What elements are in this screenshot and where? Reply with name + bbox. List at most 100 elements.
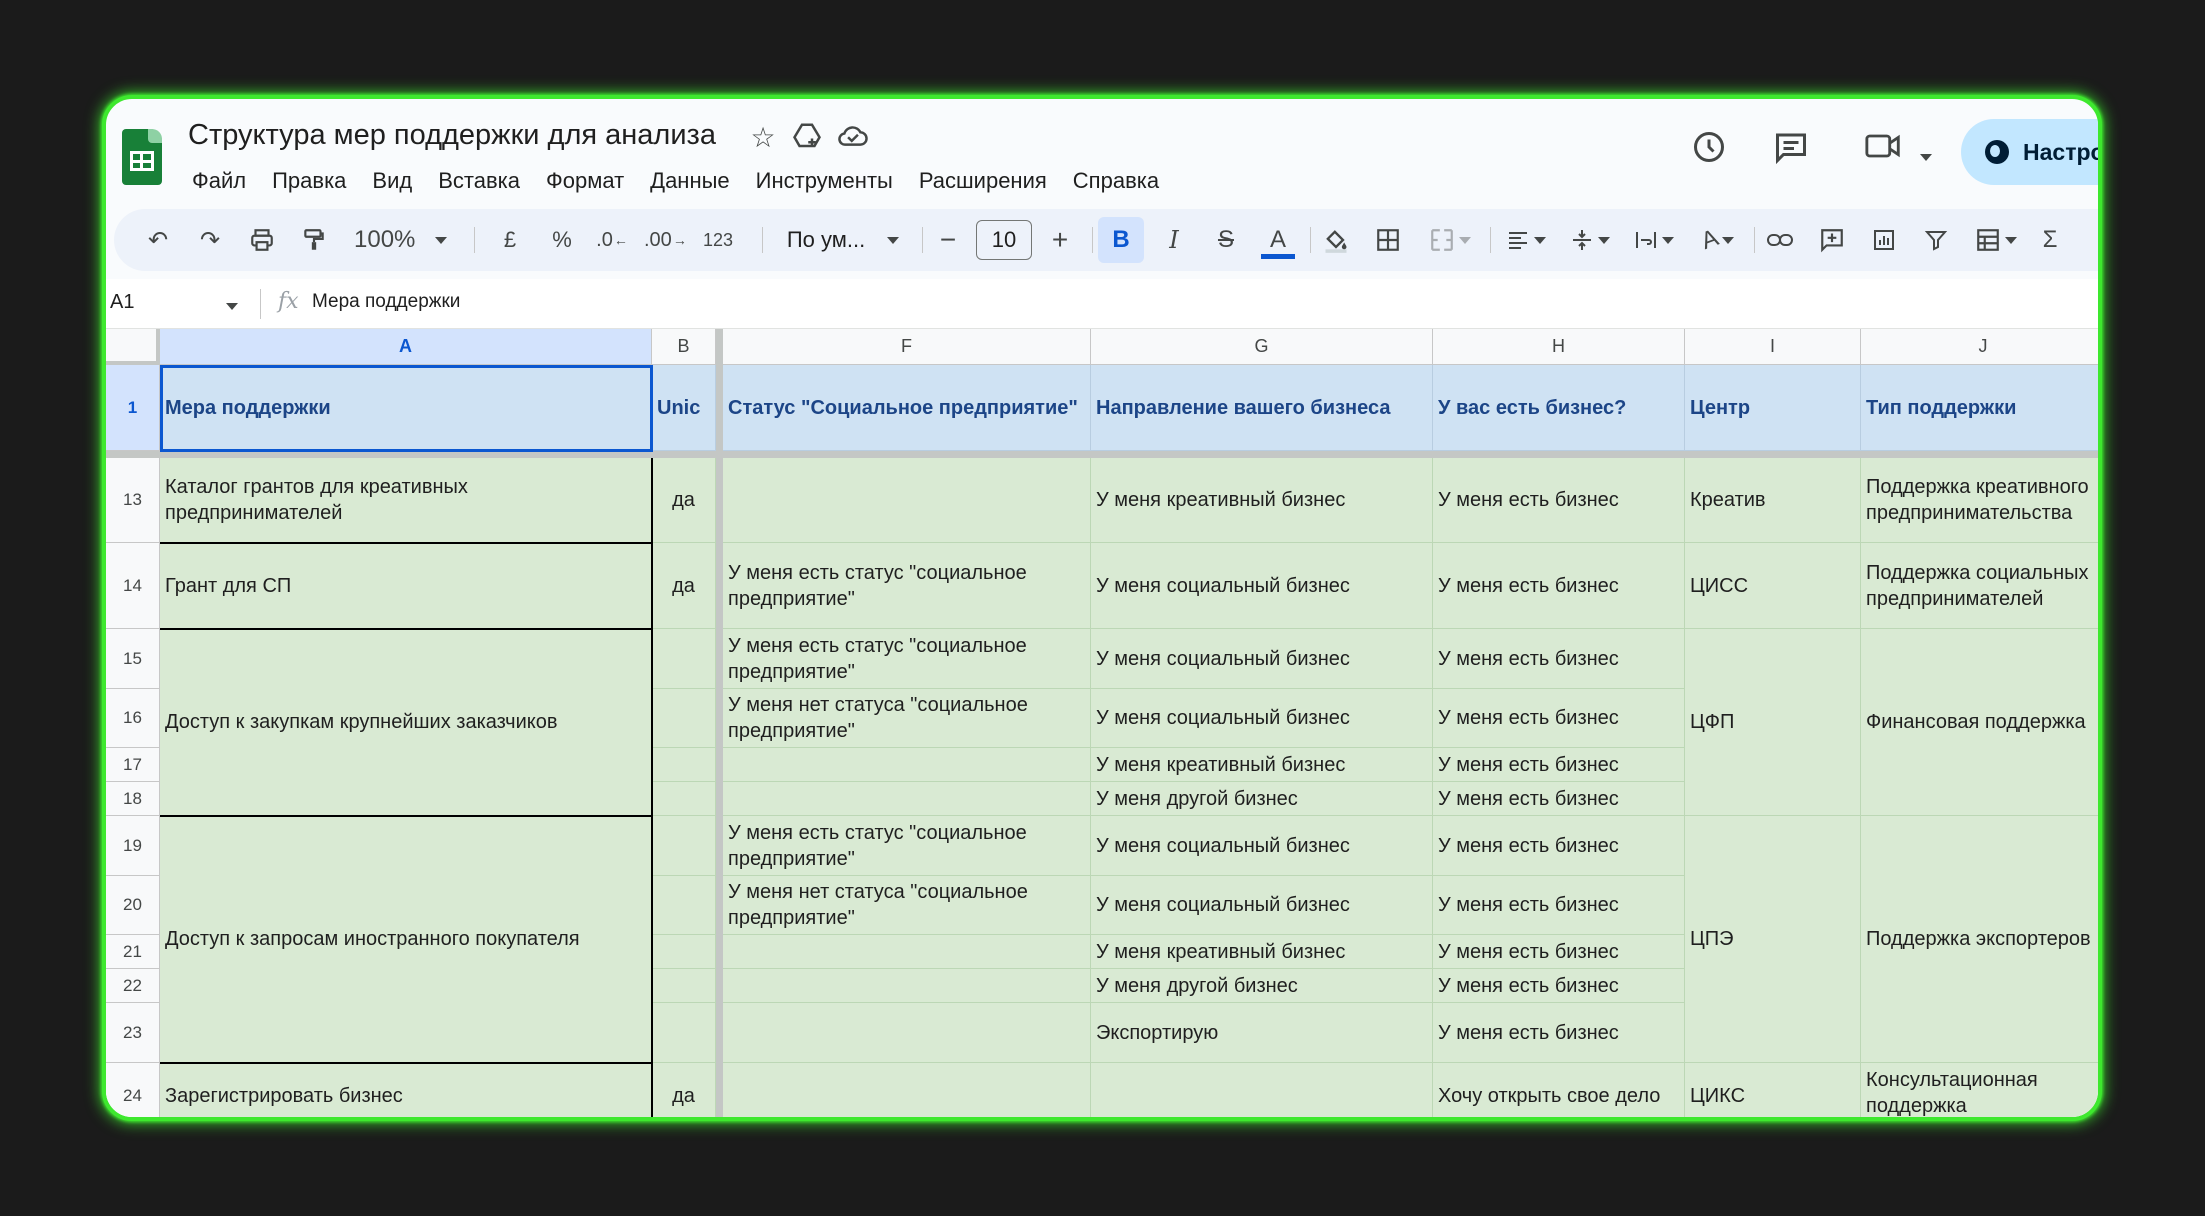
filter-icon[interactable] xyxy=(1916,217,1956,263)
cell-g16[interactable]: У меня социальный бизнес xyxy=(1091,689,1433,748)
row-header-22[interactable]: 22 xyxy=(106,969,160,1003)
move-to-drive-icon[interactable] xyxy=(790,121,824,155)
font-family-select[interactable]: По ум... xyxy=(768,217,918,263)
meet-call-icon[interactable] xyxy=(1858,129,1938,175)
comments-icon[interactable] xyxy=(1768,129,1814,175)
cell-g23[interactable]: Экспортирую xyxy=(1091,1003,1433,1063)
menu-data[interactable]: Данные xyxy=(637,164,742,198)
cell-b23[interactable] xyxy=(652,1003,716,1063)
menu-view[interactable]: Вид xyxy=(359,164,425,198)
cell-i19-merged[interactable]: ЦПЭ xyxy=(1685,816,1861,1063)
menu-format[interactable]: Формат xyxy=(533,164,637,198)
paint-format-icon[interactable] xyxy=(294,217,334,263)
zoom-select[interactable]: 100% xyxy=(354,217,448,263)
version-history-icon[interactable] xyxy=(1686,129,1732,175)
cell-f18[interactable] xyxy=(723,782,1091,816)
italic-button[interactable]: I xyxy=(1154,217,1194,263)
insert-comment-icon[interactable] xyxy=(1812,217,1852,263)
column-header-i[interactable]: I xyxy=(1685,329,1861,365)
column-header-g[interactable]: G xyxy=(1091,329,1433,365)
text-rotation-icon[interactable]: A xyxy=(1688,217,1748,263)
frozen-column-divider[interactable] xyxy=(716,329,723,1117)
cell-h16[interactable]: У меня есть бизнес xyxy=(1433,689,1685,748)
row-header-16[interactable]: 16 xyxy=(106,689,160,748)
menu-edit[interactable]: Правка xyxy=(259,164,359,198)
cell-f15[interactable]: У меня есть статус "социальное предприят… xyxy=(723,629,1091,689)
menu-file[interactable]: Файл xyxy=(188,164,259,198)
cell-i15-merged[interactable]: ЦФП xyxy=(1685,629,1861,816)
cell-i13[interactable]: Креатив xyxy=(1685,458,1861,543)
cell-b20[interactable] xyxy=(652,876,716,935)
cell-b21[interactable] xyxy=(652,935,716,969)
cell-h24[interactable]: Хочу открыть свое дело xyxy=(1433,1063,1685,1117)
cell-b17[interactable] xyxy=(652,748,716,782)
cell-i1[interactable]: Центр xyxy=(1685,365,1861,451)
decrease-font-size-button[interactable]: − xyxy=(928,217,968,263)
cell-f1[interactable]: Статус "Социальное предприятие" xyxy=(723,365,1091,451)
cell-j24[interactable]: Консультационная поддержка xyxy=(1861,1063,2098,1117)
cell-f14[interactable]: У меня есть статус "социальное предприят… xyxy=(723,543,1091,629)
menu-insert[interactable]: Вставка xyxy=(425,164,533,198)
column-header-a[interactable]: A xyxy=(160,329,652,365)
filter-views-icon[interactable] xyxy=(1966,217,2026,263)
insert-link-icon[interactable] xyxy=(1760,217,1800,263)
row-header-20[interactable]: 20 xyxy=(106,876,160,935)
cell-h1[interactable]: У вас есть бизнес? xyxy=(1433,365,1685,451)
borders-icon[interactable] xyxy=(1368,217,1408,263)
cell-g20[interactable]: У меня социальный бизнес xyxy=(1091,876,1433,935)
cell-j14[interactable]: Поддержка социальных предпринимателей xyxy=(1861,543,2098,629)
cell-g22[interactable]: У меня другой бизнес xyxy=(1091,969,1433,1003)
cell-a13[interactable]: Каталог грантов для креативных предприни… xyxy=(160,458,652,543)
cell-g14[interactable]: У меня социальный бизнес xyxy=(1091,543,1433,629)
strikethrough-button[interactable]: S xyxy=(1206,217,1246,263)
cell-a19-merged[interactable]: Доступ к запросам иностранного покупател… xyxy=(160,816,652,1063)
functions-button[interactable]: Σ xyxy=(2030,217,2070,263)
cell-i24[interactable]: ЦИКС xyxy=(1685,1063,1861,1117)
column-header-b[interactable]: B xyxy=(652,329,716,365)
row-header-21[interactable]: 21 xyxy=(106,935,160,969)
increase-decimal-button[interactable]: .00 → xyxy=(644,217,687,263)
cell-g21[interactable]: У меня креативный бизнес xyxy=(1091,935,1433,969)
column-header-f[interactable]: F xyxy=(723,329,1091,365)
row-header-15[interactable]: 15 xyxy=(106,629,160,689)
cell-f19[interactable]: У меня есть статус "социальное предприят… xyxy=(723,816,1091,876)
print-icon[interactable] xyxy=(242,217,282,263)
row-header-23[interactable]: 23 xyxy=(106,1003,160,1063)
cell-b16[interactable] xyxy=(652,689,716,748)
cell-b19[interactable] xyxy=(652,816,716,876)
meet-caret-icon[interactable] xyxy=(1920,154,1933,161)
cell-b15[interactable] xyxy=(652,629,716,689)
cell-a14[interactable]: Грант для СП xyxy=(160,543,652,629)
decrease-decimal-button[interactable]: .0 ← xyxy=(592,217,632,263)
cell-j13[interactable]: Поддержка креативного предпринимательств… xyxy=(1861,458,2098,543)
cell-h17[interactable]: У меня есть бизнес xyxy=(1433,748,1685,782)
bold-button[interactable]: B xyxy=(1098,217,1144,263)
currency-format-button[interactable]: £ xyxy=(490,217,530,263)
document-title[interactable]: Структура мер поддержки для анализа xyxy=(188,119,716,152)
merge-cells-icon[interactable] xyxy=(1420,217,1480,263)
name-box[interactable]: A1 xyxy=(110,291,134,314)
insert-chart-icon[interactable] xyxy=(1864,217,1904,263)
cell-f21[interactable] xyxy=(723,935,1091,969)
cloud-saved-icon[interactable] xyxy=(836,121,870,155)
cell-g13[interactable]: У меня креативный бизнес xyxy=(1091,458,1433,543)
fill-color-icon[interactable] xyxy=(1316,217,1356,263)
row-header-17[interactable]: 17 xyxy=(106,748,160,782)
row-header-14[interactable]: 14 xyxy=(106,543,160,629)
percent-format-button[interactable]: % xyxy=(542,217,582,263)
horizontal-align-icon[interactable] xyxy=(1496,217,1556,263)
cell-b22[interactable] xyxy=(652,969,716,1003)
cell-a24[interactable]: Зарегистрировать бизнес xyxy=(160,1063,652,1117)
undo-icon[interactable]: ↶ xyxy=(138,217,178,263)
cell-h18[interactable]: У меня есть бизнес xyxy=(1433,782,1685,816)
row-header-24[interactable]: 24 xyxy=(106,1063,160,1117)
row-header-13[interactable]: 13 xyxy=(106,458,160,543)
menu-extensions[interactable]: Расширения xyxy=(906,164,1060,198)
cell-b13[interactable]: да xyxy=(652,458,716,543)
cell-h23[interactable]: У меня есть бизнес xyxy=(1433,1003,1685,1063)
row-header-18[interactable]: 18 xyxy=(106,782,160,816)
cell-f20[interactable]: У меня нет статуса "социальное предприят… xyxy=(723,876,1091,935)
cell-b1[interactable]: Unic xyxy=(652,365,716,451)
column-header-j[interactable]: J xyxy=(1861,329,2098,365)
cell-g1[interactable]: Направление вашего бизнеса xyxy=(1091,365,1433,451)
